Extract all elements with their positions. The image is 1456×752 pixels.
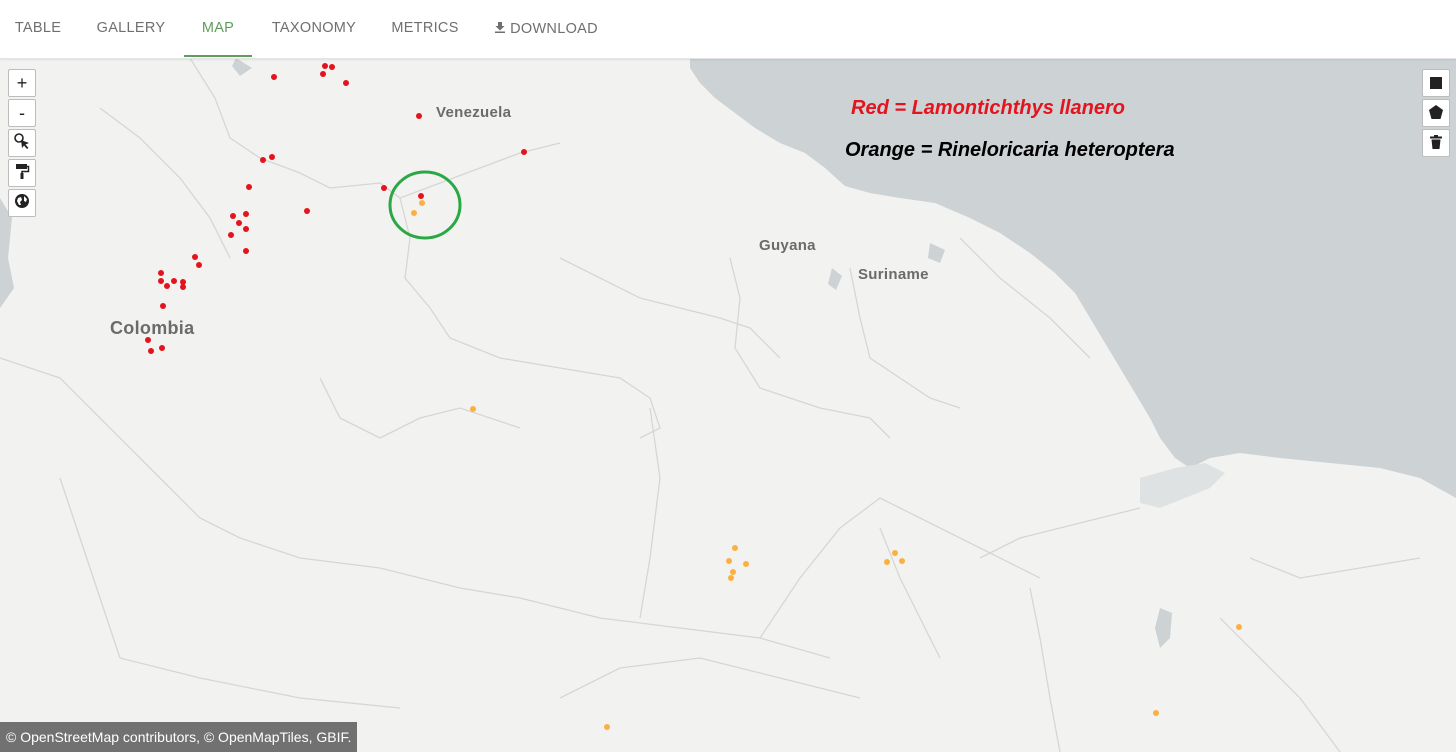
projection-button[interactable] [8,189,36,217]
trash-icon [1430,133,1442,154]
label-venezuela: Venezuela [436,104,512,121]
draw-rectangle-button[interactable] [1422,69,1450,97]
legend-red: Red = Lamontichthys llanero [851,97,1125,119]
label-guyana: Guyana [759,237,816,254]
zoom-out-button[interactable]: - [8,99,36,127]
paint-roller-icon [14,163,30,184]
delete-drawing-button[interactable] [1422,129,1450,157]
label-colombia: Colombia [110,318,195,338]
square-icon [1430,73,1442,94]
atlantic-ocean [690,58,1456,752]
amazon-delta [1140,463,1225,508]
tab-bar: TABLE GALLERY MAP TAXONOMY METRICS DOWNL… [0,0,1456,59]
map-basemap [0,58,1456,752]
zoom-in-button[interactable]: + [8,69,36,97]
tab-table[interactable]: TABLE [0,0,76,57]
select-cursor-icon [13,132,31,155]
pentagon-icon [1429,103,1443,124]
map-attribution[interactable]: © OpenStreetMap contributors, © OpenMapT… [0,722,358,752]
tab-download[interactable]: DOWNLOAD [486,0,606,57]
select-tool-button[interactable] [8,129,36,157]
tab-download-label: DOWNLOAD [510,21,598,37]
label-suriname: Suriname [858,266,929,283]
highlight-circle [388,170,462,240]
download-icon [494,0,506,57]
tab-gallery[interactable]: GALLERY [86,0,176,57]
globe-icon [14,193,30,214]
tab-map[interactable]: MAP [184,0,252,57]
map-canvas[interactable]: Venezuela Colombia Guyana Suriname Red =… [0,58,1456,752]
style-tool-button[interactable] [8,159,36,187]
draw-polygon-button[interactable] [1422,99,1450,127]
legend-orange: Orange = Rineloricaria heteroptera [845,139,1175,161]
tab-taxonomy[interactable]: TAXONOMY [262,0,366,57]
tab-metrics[interactable]: METRICS [380,0,470,57]
